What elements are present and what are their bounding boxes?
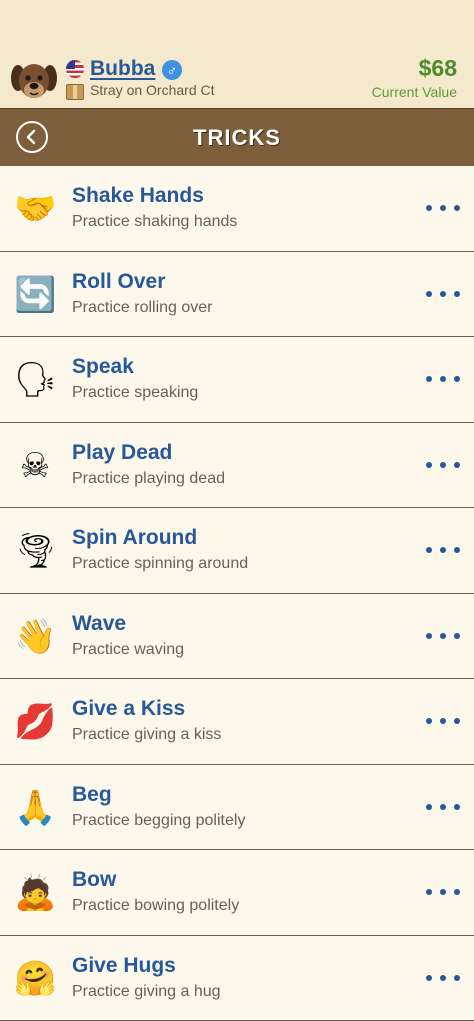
trick-name: Give a Kiss — [72, 697, 185, 721]
trick-row[interactable]: ☠ Play Dead Practice playing dead — [0, 423, 474, 509]
trick-description: Practice playing dead — [72, 470, 225, 488]
ellipsis-dot-icon — [426, 633, 432, 639]
more-options-button[interactable] — [426, 712, 460, 730]
trick-name: Spin Around — [72, 526, 197, 550]
trick-row[interactable]: 🤗 Give Hugs Practice giving a hug — [0, 936, 474, 1021]
ellipsis-dot-icon — [454, 205, 460, 211]
ellipsis-dot-icon — [454, 633, 460, 639]
trick-row[interactable]: 🙏 Beg Practice begging politely — [0, 765, 474, 851]
more-options-button[interactable] — [426, 456, 460, 474]
trick-row[interactable]: 🔄 Roll Over Practice rolling over — [0, 252, 474, 338]
skull-crossbones-icon: ☠ — [14, 445, 56, 487]
ellipsis-dot-icon — [440, 804, 446, 810]
handshake-icon: 🤝 — [14, 188, 56, 230]
ellipsis-dot-icon — [426, 205, 432, 211]
ellipsis-dot-icon — [440, 376, 446, 382]
tornado-icon: 🌪 — [14, 530, 56, 572]
trick-description: Practice rolling over — [72, 299, 213, 317]
trick-name: Wave — [72, 612, 126, 636]
ellipsis-dot-icon — [454, 462, 460, 468]
us-flag-icon — [66, 60, 84, 78]
kiss-lips-icon: 💋 — [14, 701, 56, 743]
more-options-button[interactable] — [426, 541, 460, 559]
trick-name: Bow — [72, 868, 116, 892]
ellipsis-dot-icon — [440, 547, 446, 553]
hugging-face-icon: 🤗 — [14, 958, 56, 1000]
trick-row[interactable]: 🌪 Spin Around Practice spinning around — [0, 508, 474, 594]
ellipsis-dot-icon — [426, 889, 432, 895]
trick-row[interactable]: 🗣 Speak Practice speaking — [0, 337, 474, 423]
pet-name-link[interactable]: Bubba — [90, 57, 155, 81]
ellipsis-dot-icon — [426, 376, 432, 382]
trick-description: Practice spinning around — [72, 555, 248, 573]
ellipsis-dot-icon — [454, 718, 460, 724]
trick-name: Shake Hands — [72, 184, 204, 208]
page-title: TRICKS — [0, 109, 474, 167]
trick-description: Practice shaking hands — [72, 213, 237, 231]
waving-hand-icon: 👋 — [14, 616, 56, 658]
trick-description: Practice waving — [72, 641, 184, 659]
praying-hands-icon: 🙏 — [14, 787, 56, 829]
male-gender-icon: ♂ — [162, 60, 182, 80]
ellipsis-dot-icon — [426, 718, 432, 724]
box-icon — [66, 84, 84, 100]
dog-face-icon[interactable] — [10, 56, 58, 104]
ellipsis-dot-icon — [454, 804, 460, 810]
trick-description: Practice giving a kiss — [72, 726, 221, 744]
more-options-button[interactable] — [426, 627, 460, 645]
ellipsis-dot-icon — [454, 889, 460, 895]
trick-row[interactable]: 🙇 Bow Practice bowing politely — [0, 850, 474, 936]
ellipsis-dot-icon — [440, 718, 446, 724]
ellipsis-dot-icon — [426, 975, 432, 981]
ellipsis-dot-icon — [454, 547, 460, 553]
trick-description: Practice giving a hug — [72, 983, 221, 1001]
speaking-head-icon: 🗣 — [14, 359, 56, 401]
back-button[interactable] — [16, 121, 48, 153]
ellipsis-dot-icon — [454, 291, 460, 297]
more-options-button[interactable] — [426, 798, 460, 816]
trick-description: Practice speaking — [72, 384, 198, 402]
trick-name: Beg — [72, 783, 112, 807]
tricks-list: 🤝 Shake Hands Practice shaking hands 🔄 Roll … — [0, 166, 474, 1021]
trick-name: Play Dead — [72, 441, 172, 465]
ellipsis-dot-icon — [426, 462, 432, 468]
more-options-button[interactable] — [426, 199, 460, 217]
trick-name: Roll Over — [72, 270, 165, 294]
ellipsis-dot-icon — [426, 804, 432, 810]
bowing-person-icon: 🙇 — [14, 872, 56, 914]
ellipsis-dot-icon — [426, 547, 432, 553]
trick-row[interactable]: 👋 Wave Practice waving — [0, 594, 474, 680]
chevron-left-icon — [24, 129, 40, 145]
more-options-button[interactable] — [426, 370, 460, 388]
title-bar: TRICKS — [0, 108, 474, 166]
more-options-button[interactable] — [426, 969, 460, 987]
arrows-cycle-icon: 🔄 — [14, 274, 56, 316]
ellipsis-dot-icon — [440, 633, 446, 639]
ellipsis-dot-icon — [454, 376, 460, 382]
trick-name: Give Hugs — [72, 954, 176, 978]
pet-header: Bubba ♂ Stray on Orchard Ct $68 Current … — [0, 0, 474, 108]
current-value-label: Current Value — [372, 84, 457, 100]
ellipsis-dot-icon — [440, 462, 446, 468]
trick-description: Practice begging politely — [72, 812, 245, 830]
ellipsis-dot-icon — [454, 975, 460, 981]
ellipsis-dot-icon — [440, 291, 446, 297]
ellipsis-dot-icon — [440, 889, 446, 895]
trick-row[interactable]: 🤝 Shake Hands Practice shaking hands — [0, 166, 474, 252]
more-options-button[interactable] — [426, 883, 460, 901]
ellipsis-dot-icon — [440, 975, 446, 981]
ellipsis-dot-icon — [426, 291, 432, 297]
trick-row[interactable]: 💋 Give a Kiss Practice giving a kiss — [0, 679, 474, 765]
ellipsis-dot-icon — [440, 205, 446, 211]
trick-name: Speak — [72, 355, 134, 379]
current-value-amount: $68 — [419, 55, 457, 82]
more-options-button[interactable] — [426, 285, 460, 303]
trick-description: Practice bowing politely — [72, 897, 239, 915]
pet-status: Stray on Orchard Ct — [90, 82, 215, 98]
